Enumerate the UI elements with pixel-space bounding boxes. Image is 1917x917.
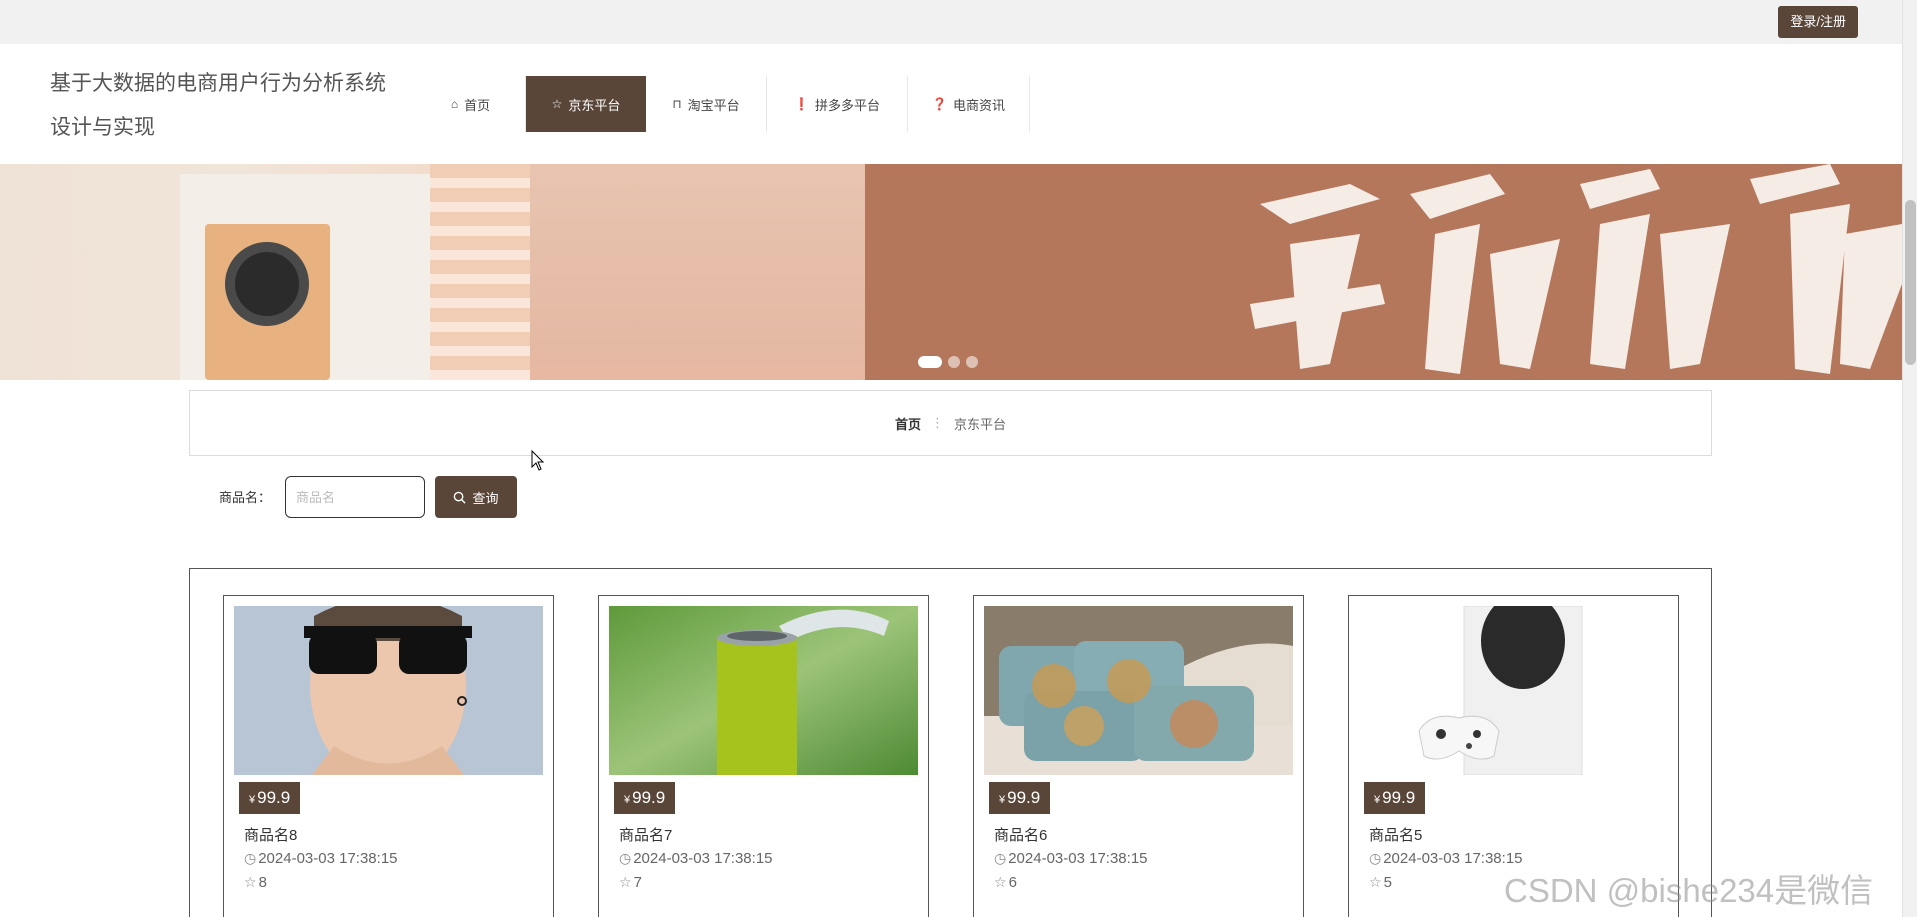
product-name: 商品名7 — [619, 827, 673, 844]
nav-item-label: 首页 — [464, 97, 491, 113]
price-tag: ¥99.9 — [989, 782, 1051, 814]
star-icon: ☆ — [994, 874, 1007, 890]
carousel-dot[interactable] — [966, 356, 978, 368]
page-scrollbar[interactable] — [1902, 0, 1917, 917]
site-header: 基于大数据的电商用户行为分析系统设计与实现 ⌂ 首页 ☆ 京东平台 ⊓ 淘宝平台… — [0, 44, 1902, 164]
breadcrumb-home-link[interactable]: 首页 — [895, 414, 921, 433]
carousel-dot[interactable] — [918, 356, 942, 368]
top-bar: 登录/注册 — [0, 0, 1902, 44]
carousel-indicators — [918, 356, 978, 368]
main-nav: ⌂ 首页 ☆ 京东平台 ⊓ 淘宝平台 ❗ 拼多多平台 ❓ 电商资讯 — [416, 76, 1030, 132]
nav-item-label: 电商资讯 — [952, 97, 1005, 113]
product-favorites: ☆ 6 — [994, 874, 1017, 891]
nav-item-pinduoduo[interactable]: ❗ 拼多多平台 — [767, 76, 908, 132]
bag-icon: ⊓ — [672, 97, 682, 111]
price-tag: ¥99.9 — [239, 782, 301, 814]
star-icon: ☆ — [1369, 874, 1382, 890]
site-title: 基于大数据的电商用户行为分析系统设计与实现 — [50, 72, 386, 139]
search-label: 商品名： — [219, 490, 272, 505]
product-image — [984, 606, 1293, 775]
star-icon: ☆ — [619, 874, 632, 890]
banner-calligraphy-graphic — [1250, 164, 1902, 374]
alert-icon: ❗ — [794, 97, 809, 111]
product-time: ◷ 2024-03-03 17:38:15 — [244, 850, 398, 867]
product-favorites: ☆ 5 — [1369, 874, 1392, 891]
price-tag: ¥99.9 — [1364, 782, 1426, 814]
product-time: ◷ 2024-03-03 17:38:15 — [1369, 850, 1523, 867]
product-image — [1359, 606, 1668, 775]
product-time: ◷ 2024-03-03 17:38:15 — [994, 850, 1148, 867]
product-favorites: ☆ 7 — [619, 874, 642, 891]
product-time: ◷ 2024-03-03 17:38:15 — [619, 850, 773, 867]
product-card[interactable]: ¥99.9 商品名8 ◷ 2024-03-03 17:38:15 ☆ 8 — [223, 595, 554, 917]
nav-item-home[interactable]: ⌂ 首页 — [416, 76, 526, 132]
star-icon: ☆ — [551, 97, 563, 111]
banner-speaker-image — [205, 224, 330, 380]
clock-icon: ◷ — [244, 850, 257, 866]
search-button-label: 查询 — [472, 490, 499, 506]
breadcrumb-current: 京东平台 — [954, 416, 1007, 432]
product-name: 商品名5 — [1369, 827, 1423, 844]
product-image — [609, 606, 918, 775]
product-name-input[interactable] — [285, 476, 425, 518]
product-card[interactable]: ¥99.9 商品名6 ◷ 2024-03-03 17:38:15 ☆ 6 — [973, 595, 1304, 917]
breadcrumb-separator: ⋮ — [931, 415, 944, 430]
product-name: 商品名6 — [994, 827, 1048, 844]
watermark: CSDN @bishe234是微信 — [1504, 872, 1874, 909]
clock-icon: ◷ — [619, 850, 632, 866]
nav-item-label: 淘宝平台 — [687, 97, 740, 113]
banner-carousel[interactable] — [0, 164, 1902, 380]
scrollbar-thumb[interactable] — [1905, 200, 1916, 365]
nav-item-jd[interactable]: ☆ 京东平台 — [526, 76, 646, 132]
login-register-button[interactable]: 登录/注册 — [1778, 6, 1858, 38]
star-icon: ☆ — [244, 874, 257, 890]
home-icon: ⌂ — [450, 97, 459, 111]
nav-item-label: 京东平台 — [568, 97, 621, 113]
product-favorites: ☆ 8 — [244, 874, 267, 891]
search-button[interactable]: 查询 — [435, 476, 517, 518]
product-name: 商品名8 — [244, 827, 298, 844]
product-card[interactable]: ¥99.9 商品名7 ◷ 2024-03-03 17:38:15 ☆ 7 — [598, 595, 929, 917]
mouse-cursor-icon — [531, 450, 545, 471]
price-tag: ¥99.9 — [614, 782, 676, 814]
nav-item-news[interactable]: ❓ 电商资讯 — [908, 76, 1030, 132]
product-image — [234, 606, 543, 775]
search-icon — [454, 491, 467, 504]
product-list: ¥99.9 商品名8 ◷ 2024-03-03 17:38:15 ☆ 8 ¥99.9… — [189, 568, 1712, 917]
clock-icon: ◷ — [994, 850, 1007, 866]
breadcrumb: 首页 ⋮ 京东平台 — [189, 390, 1712, 456]
nav-item-taobao[interactable]: ⊓ 淘宝平台 — [646, 76, 767, 132]
nav-item-label: 拼多多平台 — [814, 97, 880, 113]
question-icon: ❓ — [932, 97, 947, 111]
carousel-dot[interactable] — [948, 356, 960, 368]
clock-icon: ◷ — [1369, 850, 1382, 866]
